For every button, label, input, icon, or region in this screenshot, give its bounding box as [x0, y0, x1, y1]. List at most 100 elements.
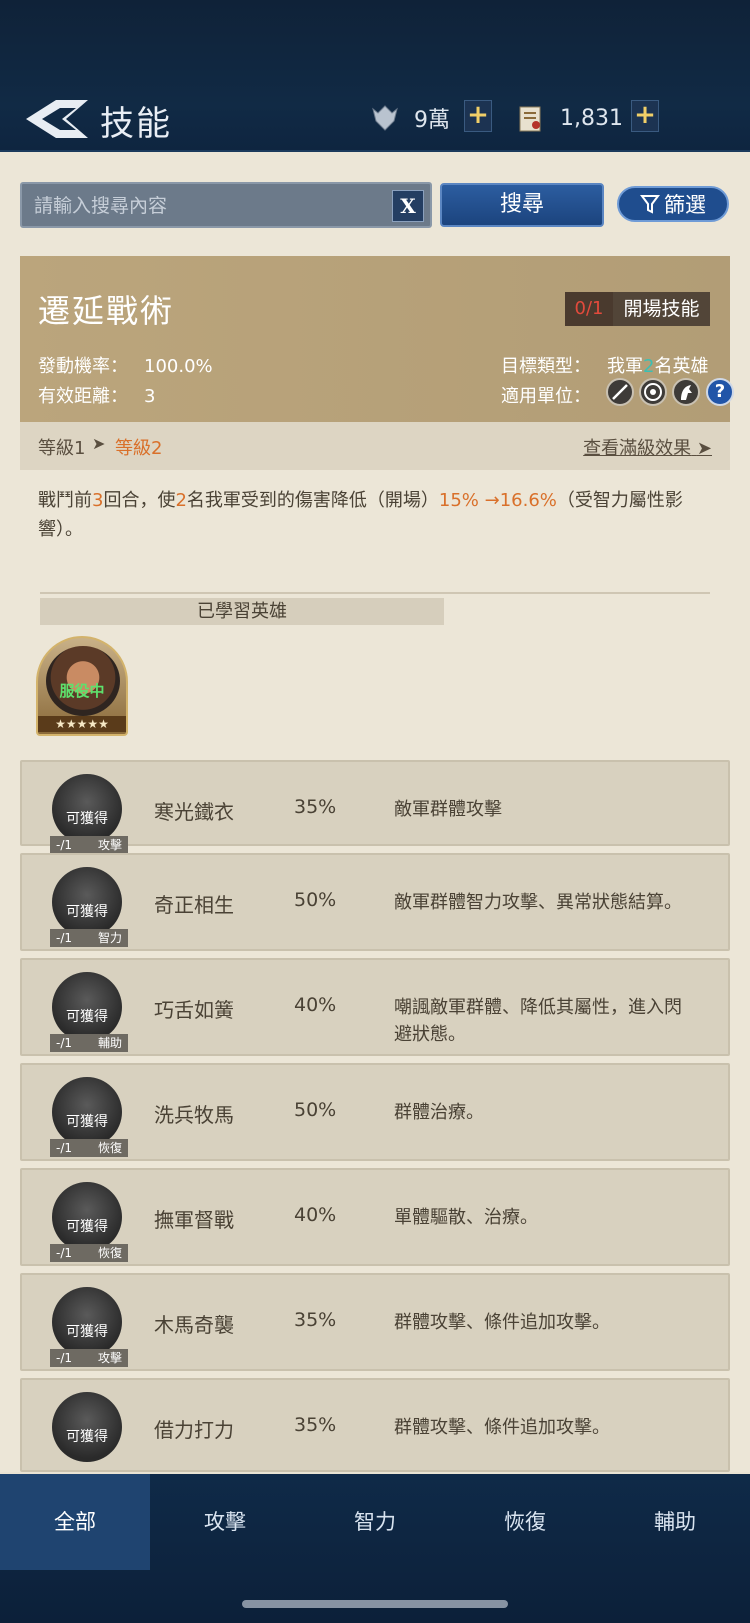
obtainable-label: 可獲得: [66, 1219, 108, 1235]
top-bar: 技能 9萬 + 1,831 +: [0, 0, 750, 152]
skill-list-row[interactable]: 可獲得 -/1 攻擊 寒光鐵衣 35% 敵軍群體攻擊: [20, 760, 730, 854]
level-arrow-icon: ➤: [92, 434, 106, 453]
scroll-icon: [519, 106, 541, 132]
skill-list-row[interactable]: 可獲得 借力打力 35% 群體攻擊、條件追加攻擊。: [20, 1378, 730, 1472]
skill-list-name: 巧舌如簧: [154, 998, 234, 1022]
desc-text-2: 回合，使: [103, 490, 176, 511]
skill-icon: 可獲得: [52, 1182, 122, 1252]
desc-num-2: 2: [175, 490, 187, 511]
skill-icon: 可獲得: [52, 1392, 122, 1462]
skill-list-rate: 35%: [294, 796, 337, 818]
skill-list-name: 寒光鐵衣: [154, 800, 234, 824]
skill-list-name: 撫軍督戰: [154, 1208, 234, 1232]
obtainable-label: 可獲得: [66, 1324, 108, 1340]
level-row: 等級1 ➤ 等級2 查看滿級效果 ➤: [20, 422, 730, 470]
target-type: 目標類型： 我軍2名英雄: [501, 352, 708, 378]
skill-name: 遷延戰術: [38, 292, 175, 330]
effective-range: 有效距離： 3: [38, 382, 155, 408]
search-button[interactable]: 搜尋: [440, 183, 604, 227]
target-post: 名英雄: [654, 356, 709, 377]
skill-list-row[interactable]: 可獲得 -/1 恢復 洗兵牧馬 50% 群體治療。: [20, 1063, 730, 1161]
skill-list-row[interactable]: 可獲得 -/1 智力 奇正相生 50% 敵軍群體智力攻擊、異常狀態結算。: [20, 853, 730, 951]
skill-list-rate: 50%: [294, 889, 337, 911]
filter-button[interactable]: 篩選: [617, 186, 729, 222]
skill-list-name: 奇正相生: [154, 893, 234, 917]
tab-support[interactable]: 輔助: [600, 1474, 750, 1570]
range-value: 3: [144, 386, 156, 407]
skill-type: 開場技能: [613, 292, 710, 326]
skill-list-desc: 嘲諷敵軍群體、降低其屬性，進入閃避狀態。: [394, 997, 682, 1045]
troops-value: 9萬: [414, 108, 450, 133]
skill-list-desc: 敵軍群體智力攻擊、異常狀態結算。: [394, 892, 682, 913]
level-1: 等級1: [38, 438, 86, 459]
target-pre: 我軍: [607, 356, 643, 377]
scroll-value: 1,831: [560, 105, 623, 131]
tab-all[interactable]: 全部: [0, 1474, 150, 1570]
skill-icon: 可獲得: [52, 972, 122, 1042]
skill-icon: 可獲得: [52, 1287, 122, 1357]
search-input[interactable]: [34, 192, 374, 220]
skill-list-desc: 單體驅散、治療。: [394, 1207, 538, 1228]
skill-list-desc: 群體攻擊、條件追加攻擊。: [394, 1312, 610, 1333]
skill-icon: 可獲得: [52, 867, 122, 937]
clear-search-button[interactable]: X: [392, 190, 424, 222]
cavalry-icon: [672, 378, 700, 406]
skill-slot: -/1: [56, 1036, 73, 1050]
skill-meta: -/1 恢復: [50, 1139, 128, 1157]
tab-attack[interactable]: 攻擊: [150, 1474, 300, 1570]
tab-intelligence[interactable]: 智力: [300, 1474, 450, 1570]
page-title: 技能: [100, 104, 172, 144]
trigger-rate-value: 100.0%: [144, 356, 213, 377]
skill-description: 戰鬥前3回合，使2名我軍受到的傷害降低（開場）15% →16.6%（受智力屬性影…: [38, 486, 708, 544]
skill-list-name: 木馬奇襲: [154, 1313, 234, 1337]
level-2: 等級2: [115, 438, 163, 459]
view-full-effect-link[interactable]: 查看滿級效果 ➤: [583, 434, 712, 460]
target-type-label: 目標類型：: [501, 356, 591, 377]
hero-stars: ★★★★★: [38, 716, 126, 732]
skill-list-desc: 群體攻擊、條件追加攻擊。: [394, 1417, 610, 1438]
trigger-rate-label: 發動機率：: [38, 356, 128, 377]
full-effect-label: 查看滿級效果: [583, 438, 692, 459]
obtainable-label: 可獲得: [66, 1009, 108, 1025]
skill-meta: -/1 攻擊: [50, 1349, 128, 1367]
skill-meta: -/1 輔助: [50, 1034, 128, 1052]
skill-slot: -/1: [56, 1246, 73, 1260]
skill-category: 恢復: [97, 1246, 122, 1260]
skill-list-row[interactable]: 可獲得 -/1 輔助 巧舌如簧 40% 嘲諷敵軍群體、降低其屬性，進入閃避狀態。: [20, 958, 730, 1056]
skill-list-rate: 50%: [294, 1099, 337, 1121]
filter-icon: [640, 195, 660, 214]
trigger-rate: 發動機率： 100.0%: [38, 352, 213, 378]
skill-list-name: 借力打力: [154, 1418, 234, 1442]
sword-icon: [606, 378, 634, 406]
desc-num-3: 15% →16.6%: [438, 490, 557, 511]
skill-category: 智力: [97, 931, 122, 945]
back-arrow-icon[interactable]: [22, 96, 92, 142]
help-icon[interactable]: ?: [706, 378, 734, 406]
divider: [40, 592, 710, 594]
add-troops-button[interactable]: +: [464, 100, 492, 132]
skill-icon: 可獲得: [52, 774, 122, 844]
skill-type-tag: 0/1 開場技能: [565, 292, 710, 326]
skill-list-rate: 35%: [294, 1414, 337, 1436]
obtainable-label: 可獲得: [66, 811, 108, 827]
hero-portrait[interactable]: 服役中 ★★★★★: [36, 636, 128, 736]
skill-category: 攻擊: [97, 1351, 122, 1365]
target-icon: [639, 378, 667, 406]
add-scroll-button[interactable]: +: [631, 100, 659, 132]
desc-text-1: 戰鬥前: [38, 490, 92, 511]
target-num: 2: [643, 356, 655, 377]
home-indicator: [242, 1600, 508, 1608]
tab-recovery[interactable]: 恢復: [450, 1474, 600, 1570]
obtainable-label: 可獲得: [66, 1429, 108, 1445]
skill-meta: -/1 恢復: [50, 1244, 128, 1262]
skill-slot: -/1: [56, 1141, 73, 1155]
search-box: X: [20, 182, 432, 228]
skill-list-row[interactable]: 可獲得 -/1 恢復 撫軍督戰 40% 單體驅散、治療。: [20, 1168, 730, 1266]
skill-meta: -/1 智力: [50, 929, 128, 947]
troops-icon: [372, 105, 398, 131]
skill-slot: -/1: [56, 838, 73, 852]
skill-list-row[interactable]: 可獲得 -/1 攻擊 木馬奇襲 35% 群體攻擊、條件追加攻擊。: [20, 1273, 730, 1371]
obtainable-label: 可獲得: [66, 1114, 108, 1130]
range-label: 有效距離：: [38, 386, 128, 407]
skill-slot: -/1: [56, 931, 73, 945]
